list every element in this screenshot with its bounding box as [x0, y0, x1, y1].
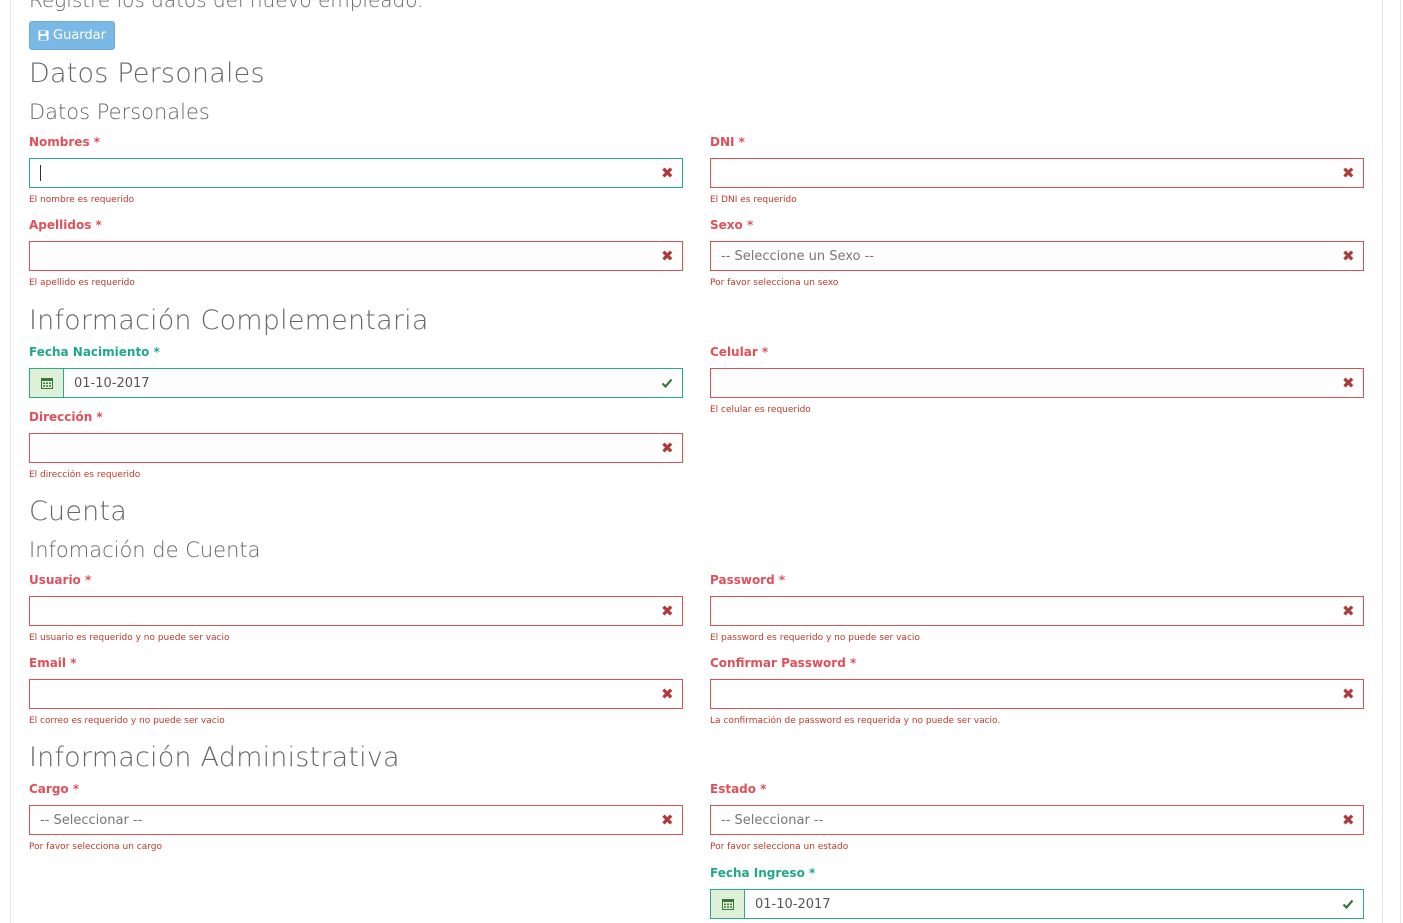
- error-x-icon: ✖: [1342, 164, 1355, 182]
- error-x-icon: ✖: [661, 164, 674, 182]
- celular-input[interactable]: ✖: [710, 368, 1364, 398]
- fecha-nacimiento-value: 01-10-2017: [74, 375, 150, 391]
- field-nombres: Nombres * ✖ El nombre es requerido: [29, 134, 683, 206]
- label-usuario: Usuario *: [29, 573, 92, 587]
- field-fecha-ingreso: Fecha Ingreso * 01-10-2017: [710, 865, 1364, 919]
- help-dni: El DNI es requerido: [710, 195, 797, 205]
- estado-selected-value: -- Seleccionar --: [721, 812, 824, 828]
- dni-input[interactable]: ✖: [710, 158, 1364, 188]
- save-button-label: Guardar: [53, 28, 106, 43]
- field-dni: DNI * ✖ El DNI es requerido: [710, 134, 1364, 206]
- help-sexo: Por favor selecciona un sexo: [710, 278, 839, 288]
- help-confirmar-password: La confirmación de password es requerida…: [710, 716, 1001, 726]
- help-cargo: Por favor selecciona un cargo: [29, 842, 162, 852]
- field-email: Email * ✖ El correo es requerido y no pu…: [29, 655, 683, 727]
- field-direccion: Dirección * ✖ El dirección es requerido: [29, 409, 683, 481]
- fecha-nacimiento-input[interactable]: 01-10-2017: [29, 368, 683, 398]
- label-email: Email *: [29, 656, 77, 670]
- label-password: Password *: [710, 573, 786, 587]
- help-password: El password es requerido y no puede ser …: [710, 633, 920, 643]
- fecha-ingreso-input[interactable]: 01-10-2017: [710, 889, 1364, 919]
- estado-select[interactable]: -- Seleccionar -- ✖: [710, 805, 1364, 835]
- error-x-icon: ✖: [1342, 247, 1355, 265]
- help-apellidos: El apellido es requerido: [29, 278, 135, 288]
- save-button[interactable]: Guardar: [29, 21, 115, 50]
- field-password: Password * ✖ El password es requerido y …: [710, 572, 1364, 644]
- help-nombres: El nombre es requerido: [29, 195, 135, 205]
- error-x-icon: ✖: [1342, 374, 1355, 392]
- field-fecha-nacimiento: Fecha Nacimiento * 01-10-2017: [29, 344, 683, 398]
- password-input[interactable]: ✖: [710, 596, 1364, 626]
- field-usuario: Usuario * ✖ El usuario es requerido y no…: [29, 572, 683, 644]
- label-nombres: Nombres *: [29, 135, 101, 149]
- help-celular: El celular es requerido: [710, 405, 811, 415]
- section-subtitle-personal: Datos Personales: [29, 100, 210, 124]
- section-title-account: Cuenta: [29, 496, 128, 527]
- label-fecha-ingreso: Fecha Ingreso *: [710, 866, 816, 880]
- fecha-ingreso-value: 01-10-2017: [755, 896, 831, 912]
- label-direccion: Dirección *: [29, 410, 103, 424]
- field-sexo: Sexo * -- Seleccione un Sexo -- ✖ Por fa…: [710, 217, 1364, 289]
- label-apellidos: Apellidos *: [29, 218, 102, 232]
- field-cargo: Cargo * -- Seleccionar -- ✖ Por favor se…: [29, 781, 683, 853]
- field-celular: Celular * ✖ El celular es requerido: [710, 344, 1364, 416]
- error-x-icon: ✖: [661, 439, 674, 457]
- sexo-selected-value: -- Seleccione un Sexo --: [721, 248, 874, 264]
- sexo-select[interactable]: -- Seleccione un Sexo -- ✖: [710, 241, 1364, 271]
- check-icon: [661, 378, 673, 389]
- label-confirmar-password: Confirmar Password *: [710, 656, 857, 670]
- label-estado: Estado *: [710, 782, 767, 796]
- apellidos-input[interactable]: ✖: [29, 241, 683, 271]
- nombres-input[interactable]: ✖: [29, 158, 683, 188]
- cargo-selected-value: -- Seleccionar --: [40, 812, 143, 828]
- error-x-icon: ✖: [661, 247, 674, 265]
- field-confirmar-password: Confirmar Password * ✖ La confirmación d…: [710, 655, 1364, 727]
- section-title-complementary: Información Complementaria: [29, 305, 429, 336]
- email-input[interactable]: ✖: [29, 679, 683, 709]
- help-usuario: El usuario es requerido y no puede ser v…: [29, 633, 230, 643]
- text-cursor: [40, 165, 41, 181]
- error-x-icon: ✖: [1342, 685, 1355, 703]
- field-estado: Estado * -- Seleccionar -- ✖ Por favor s…: [710, 781, 1364, 853]
- floppy-disk-icon: [38, 30, 49, 41]
- calendar-icon: [721, 899, 734, 910]
- calendar-addon[interactable]: [30, 369, 64, 397]
- help-email: El correo es requerido y no puede ser va…: [29, 716, 225, 726]
- error-x-icon: ✖: [661, 602, 674, 620]
- cargo-select[interactable]: -- Seleccionar -- ✖: [29, 805, 683, 835]
- intro-text: Registre los datos del nuevo empleado.: [29, 0, 424, 12]
- error-x-icon: ✖: [661, 685, 674, 703]
- section-subtitle-account: Infomación de Cuenta: [29, 538, 261, 562]
- page-border: [1400, 0, 1401, 923]
- field-apellidos: Apellidos * ✖ El apellido es requerido: [29, 217, 683, 289]
- label-cargo: Cargo *: [29, 782, 80, 796]
- label-fecha-nacimiento: Fecha Nacimiento *: [29, 345, 160, 359]
- section-title-personal: Datos Personales: [29, 58, 265, 89]
- usuario-input[interactable]: ✖: [29, 596, 683, 626]
- section-title-admin: Información Administrativa: [29, 742, 400, 773]
- check-icon: [1342, 899, 1354, 910]
- calendar-addon[interactable]: [711, 890, 745, 918]
- calendar-icon: [40, 378, 53, 389]
- label-dni: DNI *: [710, 135, 745, 149]
- direccion-input[interactable]: ✖: [29, 433, 683, 463]
- help-direccion: El dirección es requerido: [29, 470, 141, 480]
- label-sexo: Sexo *: [710, 218, 754, 232]
- error-x-icon: ✖: [1342, 602, 1355, 620]
- confirmar-password-input[interactable]: ✖: [710, 679, 1364, 709]
- label-celular: Celular *: [710, 345, 769, 359]
- error-x-icon: ✖: [1342, 811, 1355, 829]
- error-x-icon: ✖: [661, 811, 674, 829]
- help-estado: Por favor selecciona un estado: [710, 842, 849, 852]
